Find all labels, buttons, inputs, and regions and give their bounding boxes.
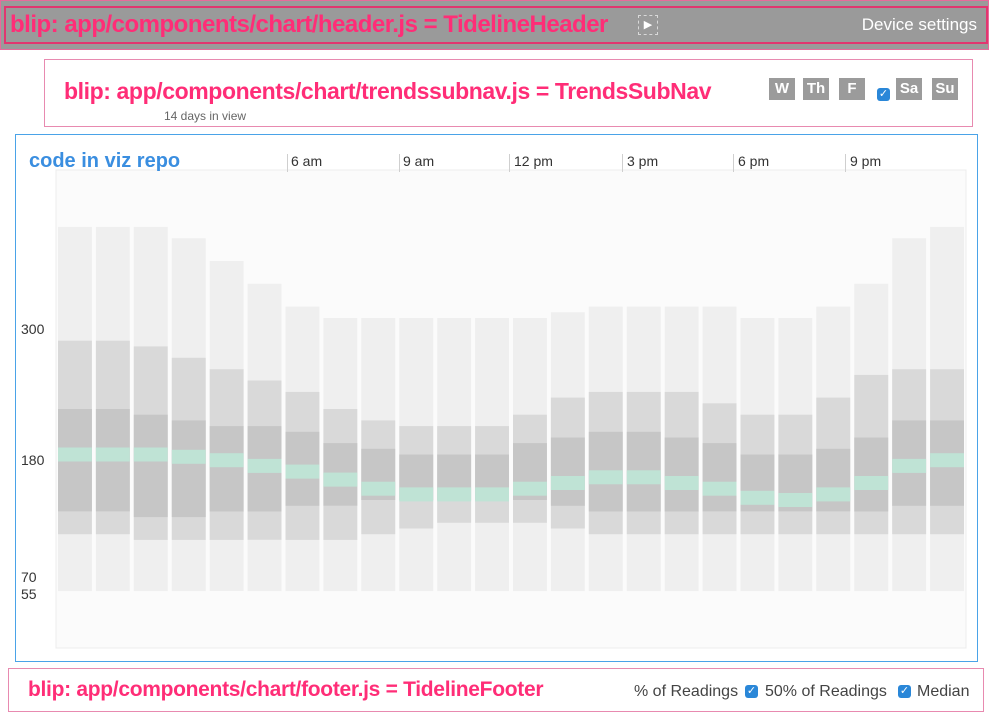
median-segment [323,472,358,487]
label-median[interactable]: Median [917,683,969,701]
median-segment [285,464,320,479]
median-segment [513,481,547,496]
x-tick-line [509,154,510,172]
checkbox-median[interactable]: ✓ [898,685,911,698]
x-tick-line [399,154,400,172]
x-tick-label: 12 pm [514,153,553,169]
median-segment [588,470,623,485]
median-segment [95,447,130,462]
x-tick-line [622,154,623,172]
median-segment [626,470,661,485]
median-segment [778,493,813,507]
median-segment [702,481,737,496]
median-segment [740,490,775,505]
fifty-percent-range-bar [550,437,585,506]
fifty-percent-range-bar [664,437,699,512]
median-segment [475,487,509,502]
fifty-percent-range-bar [816,448,851,512]
y-tick-label: 180 [21,452,45,468]
median-segment [854,476,889,490]
fifty-percent-range-bar [702,443,737,512]
median-segment [930,453,964,468]
median-segment [58,447,92,462]
x-tick-label: 6 pm [738,153,770,169]
x-tick-label: 6 am [291,153,323,169]
median-segment [133,447,168,462]
median-segment [361,481,396,496]
median-segment [550,476,585,490]
median-segment [892,458,927,473]
y-tick-label: 300 [21,321,45,337]
y-tick-label: 70 [21,569,37,585]
x-tick-label: 9 pm [850,153,882,169]
median-segment [816,487,851,502]
x-tick-label: 9 am [403,153,435,169]
y-tick-label: 55 [21,586,37,602]
x-tick-line [845,154,846,172]
footer-annotation-label: blip: app/components/chart/footer.js = T… [28,678,544,701]
median-segment [664,476,699,490]
fifty-percent-range-bar [209,426,244,512]
fifty-percent-range-bar [133,414,168,518]
median-segment [437,487,472,502]
median-segment [247,458,282,473]
label-50-percent[interactable]: 50% of Readings [765,683,887,701]
median-segment [209,453,244,468]
viz-annotation-label: code in viz repo [29,150,181,172]
x-tick-line [287,154,288,172]
median-segment [399,487,434,502]
fifty-percent-range-bar [171,420,206,518]
fifty-percent-range-bar [854,437,889,512]
x-tick-line [733,154,734,172]
readings-partial-label: % of Readings [634,683,739,700]
median-segment [171,449,206,464]
x-tick-label: 3 pm [627,153,659,169]
trends-chart [55,169,967,649]
checkbox-50-percent[interactable]: ✓ [745,685,758,698]
